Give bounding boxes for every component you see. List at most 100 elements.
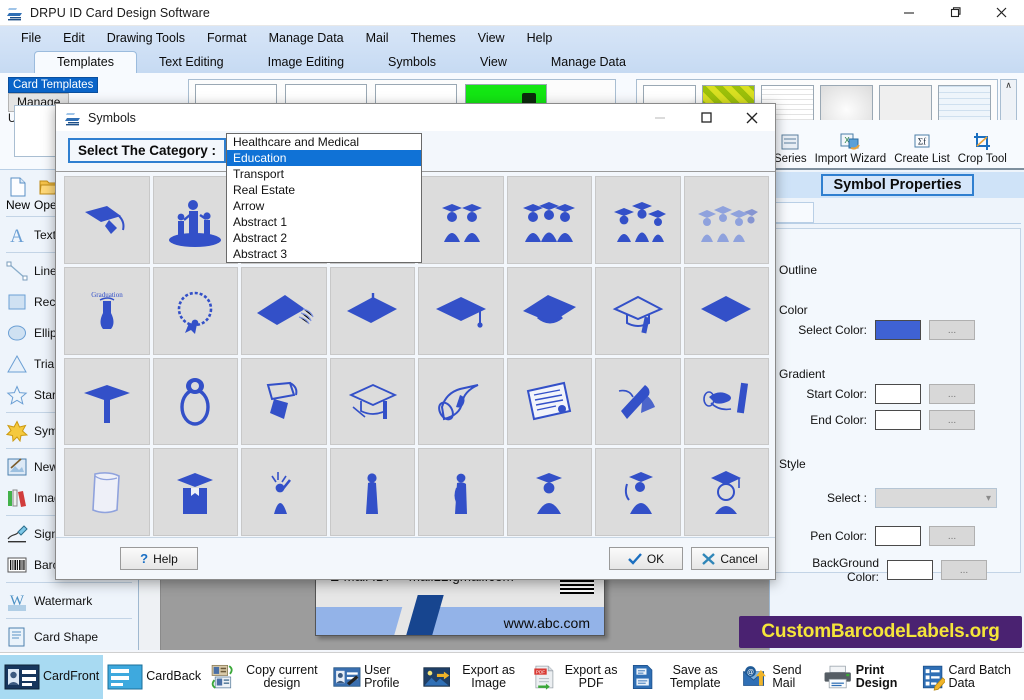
menu-file[interactable]: File (10, 29, 52, 47)
close-button[interactable] (978, 0, 1024, 26)
background-color-browse-button[interactable]: ... (941, 560, 987, 580)
menu-view[interactable]: View (467, 29, 516, 47)
help-button[interactable]: ? Help (120, 547, 198, 570)
toolbox-item-watermark[interactable]: W Watermark (0, 585, 138, 616)
symbol-cell[interactable] (506, 357, 592, 446)
symbol-cell[interactable] (152, 357, 238, 446)
tab-templates[interactable]: Templates (34, 51, 137, 74)
menu-edit[interactable]: Edit (52, 29, 96, 47)
menu-drawing-tools[interactable]: Drawing Tools (96, 29, 196, 47)
symbol-cell[interactable] (683, 266, 769, 355)
cap-with-diploma-icon (612, 295, 664, 334)
save-template-button[interactable]: Save as Template (627, 655, 738, 699)
import-wizard-button[interactable]: X Import Wizard (815, 131, 886, 165)
export-pdf-label: Export as PDF (564, 662, 618, 690)
copy-design-button[interactable]: Copy current design (205, 655, 329, 699)
card-templates-button[interactable]: Card Templates (8, 77, 99, 93)
symbol-cell[interactable] (683, 448, 769, 536)
crop-tool-button[interactable]: Crop Tool (958, 131, 1007, 165)
tab-text-editing[interactable]: Text Editing (137, 52, 246, 73)
toolbox-item-card-shape[interactable]: Card Shape (0, 621, 138, 652)
style-select-dropdown[interactable]: ▾ (875, 488, 997, 508)
card-back-button[interactable]: CardBack (103, 655, 205, 699)
symbol-cell[interactable] (152, 448, 238, 536)
ok-button[interactable]: OK (609, 547, 683, 570)
start-color-swatch[interactable] (875, 384, 921, 404)
symbol-cell[interactable] (241, 357, 327, 446)
tab-symbols[interactable]: Symbols (366, 52, 458, 73)
series-button[interactable]: Series (774, 131, 807, 165)
symbol-cell[interactable] (418, 266, 504, 355)
menu-help[interactable]: Help (516, 29, 564, 47)
symbol-cell[interactable] (418, 448, 504, 536)
category-option-arrow[interactable]: Arrow (227, 198, 421, 214)
symbol-cell[interactable] (595, 176, 681, 264)
user-profile-button[interactable]: User Profile (329, 655, 418, 699)
menu-manage-data[interactable]: Manage Data (258, 29, 355, 47)
background-color-swatch[interactable] (887, 560, 933, 580)
symbol-cell[interactable] (64, 357, 150, 446)
send-mail-button[interactable]: @ Send Mail (738, 655, 820, 699)
menu-format[interactable]: Format (196, 29, 258, 47)
export-pdf-button[interactable]: PDF Export as PDF (528, 655, 627, 699)
symbol-cell[interactable] (329, 448, 415, 536)
category-dropdown-list[interactable]: Healthcare and Medical Education Transpo… (226, 133, 422, 263)
crop-tool-label: Crop Tool (957, 153, 1007, 165)
symbol-cell[interactable] (64, 176, 150, 264)
pen-color-browse-button[interactable]: ... (929, 526, 975, 546)
properties-tab[interactable] (774, 202, 814, 223)
minimize-button[interactable] (886, 0, 932, 26)
category-option-education[interactable]: Education (227, 150, 421, 166)
symbol-cell[interactable] (506, 176, 592, 264)
category-option-abstract-2[interactable]: Abstract 2 (227, 230, 421, 246)
dialog-maximize-button[interactable] (683, 104, 729, 131)
end-color-browse-button[interactable]: ... (929, 410, 975, 430)
card-front-button[interactable]: CardFront (0, 654, 104, 699)
scroll-up-icon[interactable]: ∧ (1005, 80, 1012, 90)
symbol-cell[interactable] (64, 448, 150, 536)
symbol-cell[interactable] (329, 266, 415, 355)
create-list-button[interactable]: Σf Create List (894, 131, 950, 165)
print-design-button[interactable]: Print Design (819, 655, 916, 699)
menu-mail[interactable]: Mail (355, 29, 400, 47)
dialog-minimize-button[interactable] (637, 104, 683, 131)
toolbox-item-new[interactable]: New (6, 176, 30, 212)
symbol-splash-icon (6, 419, 28, 442)
symbol-cell[interactable] (595, 357, 681, 446)
symbol-cell[interactable] (241, 448, 327, 536)
maximize-button[interactable] (932, 0, 978, 26)
symbol-cell[interactable] (683, 357, 769, 446)
export-image-button[interactable]: Export as Image (419, 655, 528, 699)
symbol-cell[interactable] (152, 266, 238, 355)
category-option-transport[interactable]: Transport (227, 166, 421, 182)
symbol-cell[interactable] (595, 266, 681, 355)
cancel-button[interactable]: Cancel (691, 547, 769, 570)
symbol-cell[interactable]: Graduation (64, 266, 150, 355)
tab-image-editing[interactable]: Image Editing (246, 52, 366, 73)
bottom-toolbar: CardFront CardBack Copy current design U… (0, 652, 1024, 700)
symbol-cell[interactable] (595, 448, 681, 536)
menu-themes[interactable]: Themes (400, 29, 467, 47)
category-option-abstract-1[interactable]: Abstract 1 (227, 214, 421, 230)
category-option-healthcare[interactable]: Healthcare and Medical (227, 134, 421, 150)
symbol-cell[interactable] (506, 266, 592, 355)
card-batch-data-button[interactable]: Card Batch Data (917, 655, 1024, 699)
symbol-cell[interactable] (241, 266, 327, 355)
tab-view[interactable]: View (458, 52, 529, 73)
category-option-abstract-3[interactable]: Abstract 3 (227, 246, 421, 262)
category-option-real-estate[interactable]: Real Estate (227, 182, 421, 198)
end-color-swatch[interactable] (875, 410, 921, 430)
start-color-browse-button[interactable]: ... (929, 384, 975, 404)
family-group-icon (169, 199, 222, 247)
tab-manage-data[interactable]: Manage Data (529, 52, 648, 73)
pen-color-swatch[interactable] (875, 526, 921, 546)
symbol-cell[interactable] (506, 448, 592, 536)
symbol-cell[interactable] (418, 357, 504, 446)
symbol-cell[interactable] (329, 357, 415, 446)
section-style: Style (779, 457, 806, 471)
select-color-browse-button[interactable]: ... (929, 320, 975, 340)
symbol-cell[interactable] (683, 176, 769, 264)
dialog-close-button[interactable] (729, 104, 775, 131)
symbol-cell[interactable] (418, 176, 504, 264)
select-color-swatch[interactable] (875, 320, 921, 340)
